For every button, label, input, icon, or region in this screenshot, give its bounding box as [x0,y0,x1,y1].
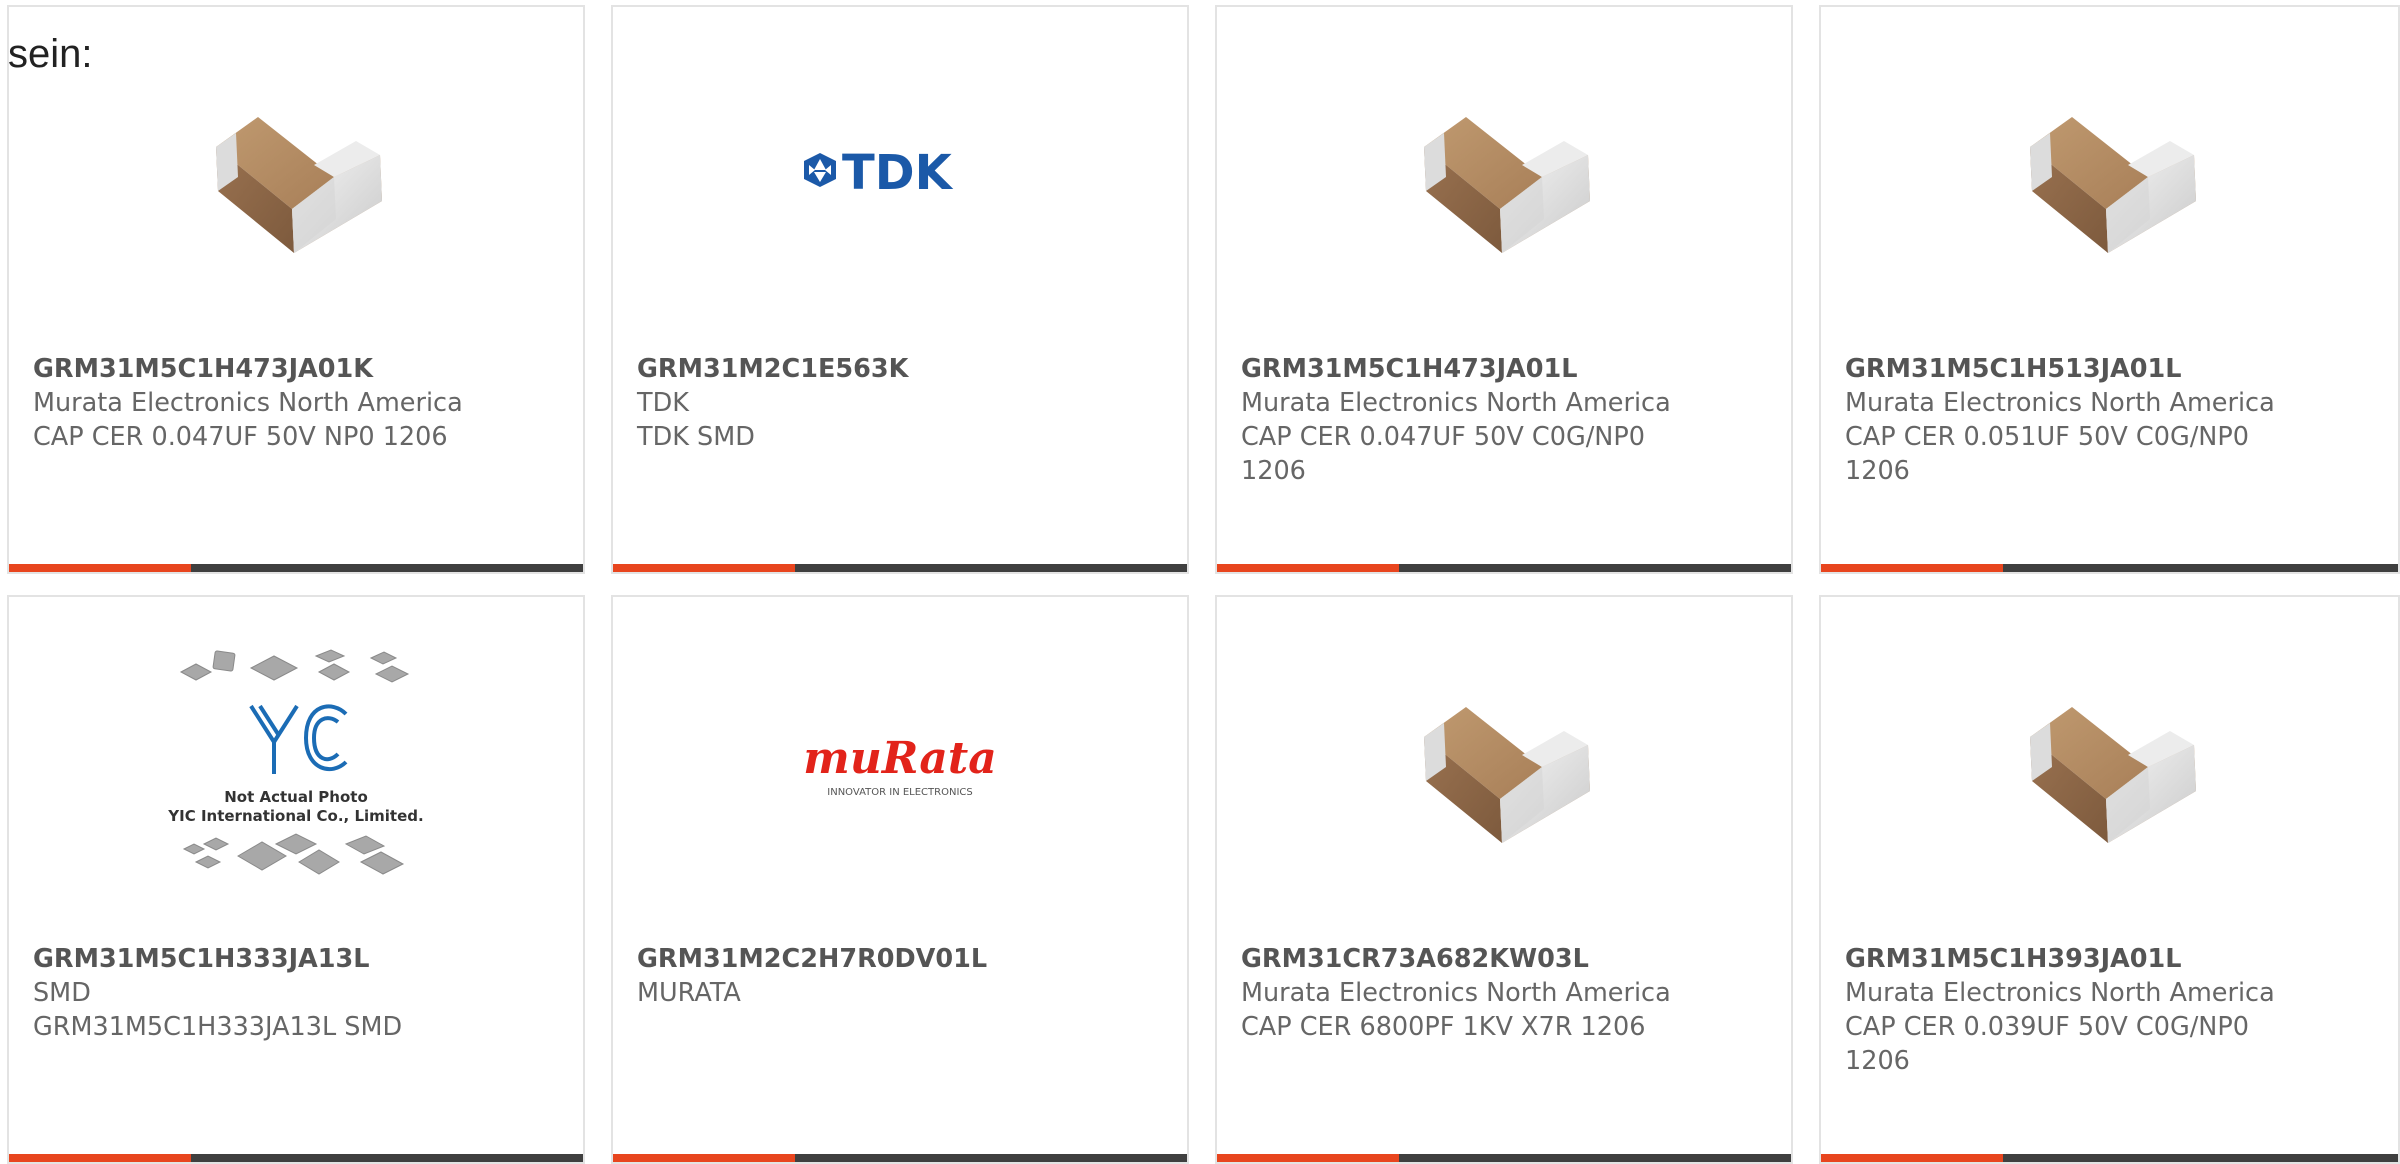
product-image: Not Actual Photo YIC International Co., … [9,649,583,889]
yic-note-line-2: YIC International Co., Limited. [167,807,423,825]
description: CAP CER 6800PF 1KV X7R 1206 [1241,1012,1646,1042]
manufacturer: MURATA [637,978,741,1008]
card-bottom-bar [1821,564,2398,572]
product-image [9,59,583,299]
description: GRM31M5C1H333JA13L SMD [33,1012,403,1042]
yic-placeholder-image: Not Actual Photo YIC International Co., … [167,649,424,875]
product-info: GRM31M5C1H333JA13L SMD GRM31M5C1H333JA13… [33,942,559,1044]
product-card[interactable]: GRM31M5C1H513JA01L Murata Electronics No… [1819,5,2400,574]
card-bottom-bar [613,564,1187,572]
manufacturer: Murata Electronics North America [1241,388,1671,418]
product-info: GRM31M2C1E563K TDK TDK SMD [637,352,1163,454]
product-info: GRM31M5C1H513JA01L Murata Electronics No… [1845,352,2374,488]
card-bar-accent [613,564,795,572]
product-info: GRM31M5C1H393JA01L Murata Electronics No… [1845,942,2374,1078]
tdk-logo: TDK [804,145,954,201]
part-number[interactable]: GRM31M5C1H473JA01K [33,352,559,386]
card-bar-accent [9,564,191,572]
manufacturer: TDK [637,388,689,418]
card-bar-accent [1821,564,2003,572]
part-number[interactable]: GRM31CR73A682KW03L [1241,942,1767,976]
card-bottom-bar [1217,564,1791,572]
part-number[interactable]: GRM31M5C1H473JA01L [1241,352,1767,386]
product-card-link[interactable]: GRM31M5C1H473JA01K Murata Electronics No… [9,7,583,572]
manufacturer: Murata Electronics North America [1241,978,1671,1008]
product-card-link[interactable]: GRM31M5C1H513JA01L Murata Electronics No… [1821,7,2398,572]
product-card[interactable]: GRM31M5C1H393JA01L Murata Electronics No… [1819,595,2400,1164]
murata-logo-text: muRata [803,733,996,784]
part-number[interactable]: GRM31M5C1H333JA13L [33,942,559,976]
murata-logo-tagline: INNOVATOR IN ELECTRONICS [827,787,972,798]
product-info: GRM31M5C1H473JA01L Murata Electronics No… [1241,352,1767,488]
intro-text: sein: [8,32,93,76]
description: CAP CER 0.051UF 50V C0G/NP0 1206 [1845,422,2249,486]
product-info: GRM31CR73A682KW03L Murata Electronics No… [1241,942,1767,1044]
product-image: muRata INNOVATOR IN ELECTRONICS [613,649,1187,889]
description: TDK SMD [637,422,755,452]
manufacturer: Murata Electronics North America [33,388,463,418]
part-number[interactable]: GRM31M5C1H393JA01L [1845,942,2374,976]
capacitor-chip-image [2010,79,2210,279]
card-bottom-bar [9,564,583,572]
manufacturer: Murata Electronics North America [1845,388,2275,418]
yic-note-line-1: Not Actual Photo [224,788,368,806]
description: CAP CER 0.039UF 50V C0G/NP0 1206 [1845,1012,2249,1076]
tdk-logo-text: TDK [842,145,954,201]
part-number[interactable]: GRM31M5C1H513JA01L [1845,352,2374,386]
part-number[interactable]: GRM31M2C2H7R0DV01L [637,942,1163,976]
product-image: TDK [613,59,1187,299]
product-card-link[interactable]: muRata INNOVATOR IN ELECTRONICS GRM31M2C… [613,597,1187,1162]
product-card-link[interactable]: Not Actual Photo YIC International Co., … [9,597,583,1162]
product-card[interactable]: GRM31CR73A682KW03L Murata Electronics No… [1215,595,1793,1164]
product-image [1821,59,2398,299]
capacitor-chip-image [1404,669,1604,869]
product-image [1217,649,1791,889]
product-card-link[interactable]: GRM31M5C1H473JA01L Murata Electronics No… [1217,7,1791,572]
manufacturer: SMD [33,978,91,1008]
product-image [1217,59,1791,299]
product-card[interactable]: GRM31M5C1H473JA01L Murata Electronics No… [1215,5,1793,574]
manufacturer: Murata Electronics North America [1845,978,2275,1008]
capacitor-chip-image [2010,669,2210,869]
product-info: GRM31M5C1H473JA01K Murata Electronics No… [33,352,559,454]
card-bar-accent [1217,564,1399,572]
product-card[interactable]: GRM31M5C1H473JA01K Murata Electronics No… [7,5,585,574]
part-number[interactable]: GRM31M2C1E563K [637,352,1163,386]
description: CAP CER 0.047UF 50V C0G/NP0 1206 [1241,422,1645,486]
product-card[interactable]: Not Actual Photo YIC International Co., … [7,595,585,1164]
product-card-link[interactable]: GRM31CR73A682KW03L Murata Electronics No… [1217,597,1791,1162]
product-card-link[interactable]: GRM31M5C1H393JA01L Murata Electronics No… [1821,597,2398,1162]
description: CAP CER 0.047UF 50V NP0 1206 [33,422,448,452]
capacitor-chip-image [196,79,396,279]
capacitor-chip-image [1404,79,1604,279]
murata-logo: muRata INNOVATOR IN ELECTRONICS [803,733,996,798]
product-card[interactable]: muRata INNOVATOR IN ELECTRONICS GRM31M2C… [611,595,1189,1164]
product-card-link[interactable]: TDK GRM31M2C1E563K TDK TDK SMD [613,7,1187,572]
product-info: GRM31M2C2H7R0DV01L MURATA [637,942,1163,1010]
product-card[interactable]: TDK GRM31M2C1E563K TDK TDK SMD [611,5,1189,574]
product-image [1821,649,2398,889]
